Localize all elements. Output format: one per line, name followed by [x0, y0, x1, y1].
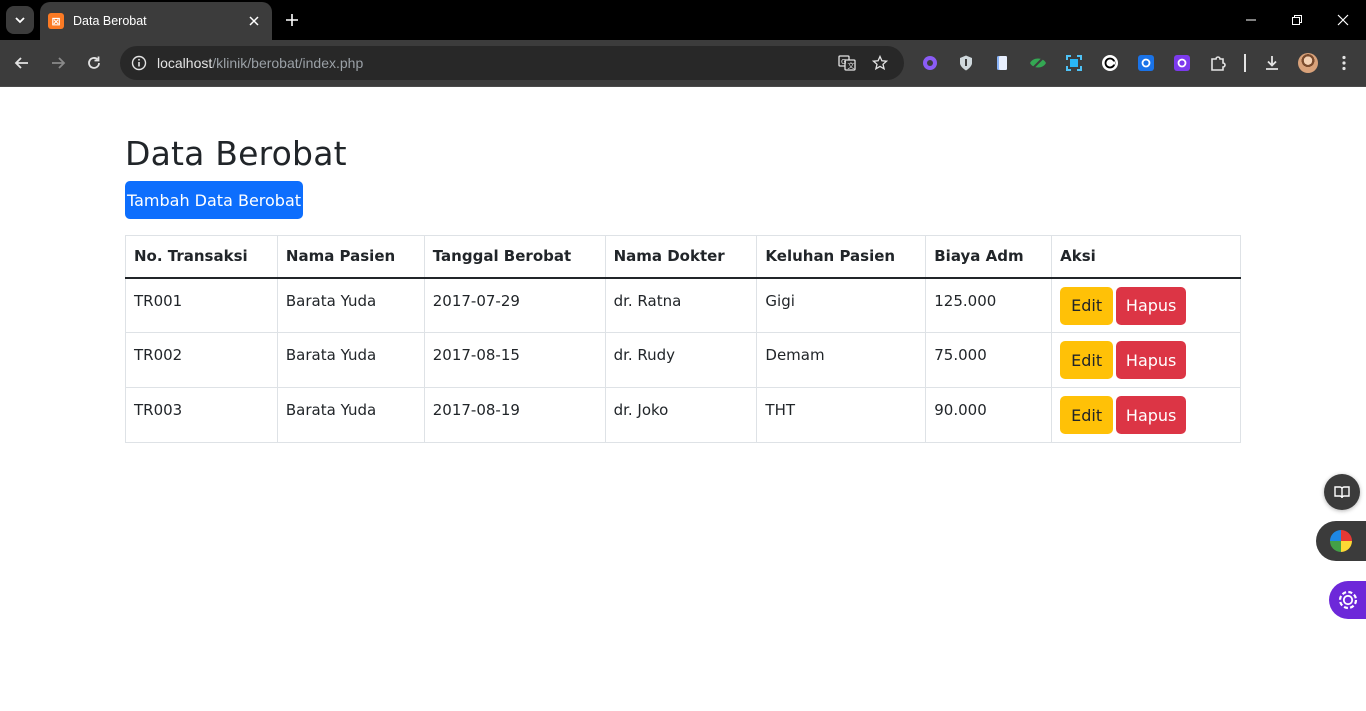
address-bar[interactable]: localhost/klinik/berobat/index.php G文 [120, 46, 904, 80]
extension-purple-square-icon[interactable] [1172, 53, 1192, 73]
browser-toolbar: localhost/klinik/berobat/index.php G文 [0, 40, 1366, 87]
url-path: /klinik/berobat/index.php [212, 55, 364, 71]
header-biaya-adm: Biaya Adm [925, 235, 1053, 279]
close-window-button[interactable] [1320, 0, 1366, 40]
extension-chatgpt-icon[interactable] [1100, 53, 1120, 73]
colorful-ball-icon [1330, 530, 1352, 552]
cell-biaya-adm: 125.000 [925, 277, 1053, 333]
cell-keluhan-pasien: Gigi [756, 277, 927, 333]
active-tab[interactable]: ⊠ Data Berobat [40, 2, 272, 40]
cell-aksi: Edit Hapus [1051, 332, 1241, 388]
cell-tanggal-berobat: 2017-08-19 [423, 387, 606, 443]
header-aksi: Aksi [1051, 235, 1241, 279]
floating-settings-button[interactable] [1329, 581, 1366, 619]
star-icon [872, 55, 888, 71]
header-nama-dokter: Nama Dokter [604, 235, 758, 279]
header-tanggal-berobat: Tanggal Berobat [423, 235, 606, 279]
site-info-button[interactable] [122, 46, 156, 80]
cell-no-transaksi: TR002 [125, 332, 278, 388]
cell-nama-pasien: Barata Yuda [276, 387, 425, 443]
cell-aksi: Edit Hapus [1051, 387, 1241, 443]
extension-eye-icon[interactable] [1028, 53, 1048, 73]
delete-button[interactable]: Hapus [1116, 286, 1187, 325]
cell-tanggal-berobat: 2017-08-15 [423, 332, 606, 388]
svg-text:文: 文 [848, 61, 855, 70]
toolbar-separator [1244, 54, 1246, 72]
reading-mode-button[interactable] [1324, 474, 1360, 510]
arrow-left-icon [14, 57, 28, 69]
close-icon [1337, 14, 1349, 26]
cell-no-transaksi: TR001 [125, 277, 278, 333]
plus-icon [286, 14, 298, 26]
table-header-row: No. Transaksi Nama Pasien Tanggal Beroba… [125, 235, 1241, 279]
cell-nama-dokter: dr. Joko [604, 387, 758, 443]
kebab-menu-icon[interactable] [1334, 53, 1354, 73]
header-no-transaksi: No. Transaksi [125, 235, 278, 279]
edit-button[interactable]: Edit [1060, 396, 1114, 434]
cell-tanggal-berobat: 2017-07-29 [423, 277, 606, 333]
floating-assistant-button[interactable] [1316, 521, 1366, 561]
bookmark-button[interactable] [868, 51, 892, 75]
cell-nama-pasien: Barata Yuda [276, 332, 425, 388]
minimize-icon [1246, 19, 1256, 21]
cell-aksi: Edit Hapus [1051, 277, 1241, 333]
close-icon [249, 16, 259, 26]
url-text: localhost/klinik/berobat/index.php [157, 55, 363, 71]
profile-avatar[interactable] [1298, 53, 1318, 73]
extension-shield-icon[interactable] [956, 53, 976, 73]
gear-icon [1338, 590, 1358, 610]
reload-button[interactable] [80, 49, 108, 77]
downloads-icon[interactable] [1262, 53, 1282, 73]
translate-button[interactable]: G文 [835, 51, 859, 75]
extension-blue-gear-icon[interactable] [1136, 53, 1156, 73]
delete-button[interactable]: Hapus [1116, 396, 1187, 434]
forward-button[interactable] [44, 49, 72, 77]
edit-button[interactable]: Edit [1060, 341, 1114, 379]
add-berobat-button[interactable]: Tambah Data Berobat [125, 181, 303, 219]
page-title: Data Berobat [125, 134, 347, 173]
cell-nama-dokter: dr. Rudy [604, 332, 758, 388]
restore-button[interactable] [1274, 0, 1320, 40]
cell-biaya-adm: 75.000 [925, 332, 1053, 388]
header-nama-pasien: Nama Pasien [276, 235, 425, 279]
arrow-right-icon [52, 57, 66, 69]
cell-nama-dokter: dr. Ratna [604, 277, 758, 333]
info-icon [131, 55, 147, 71]
extension-gear-purple-icon[interactable] [920, 53, 940, 73]
tab-close-button[interactable] [244, 11, 264, 31]
book-open-icon [1334, 486, 1350, 499]
xampp-favicon-icon: ⊠ [48, 13, 64, 29]
cell-biaya-adm: 90.000 [925, 387, 1053, 443]
cell-keluhan-pasien: Demam [756, 332, 927, 388]
extension-document-icon[interactable] [992, 53, 1012, 73]
minimize-button[interactable] [1228, 0, 1274, 40]
edit-button[interactable]: Edit [1060, 286, 1114, 325]
tab-title: Data Berobat [73, 14, 147, 28]
tab-search-button[interactable] [6, 6, 34, 34]
delete-button[interactable]: Hapus [1116, 341, 1187, 379]
url-host: localhost [157, 55, 213, 71]
new-tab-button[interactable] [280, 8, 304, 32]
header-keluhan-pasien: Keluhan Pasien [756, 235, 927, 279]
cell-no-transaksi: TR003 [125, 387, 278, 443]
cell-nama-pasien: Barata Yuda [276, 277, 425, 333]
chevron-down-icon [15, 17, 25, 24]
back-button[interactable] [8, 49, 36, 77]
svg-text:G: G [841, 58, 846, 66]
extension-screenshot-icon[interactable] [1064, 53, 1084, 73]
cell-keluhan-pasien: THT [756, 387, 927, 443]
table-row: TR001 Barata Yuda 2017-07-29 dr. Ratna G… [125, 277, 1241, 333]
reload-icon [88, 56, 100, 69]
table-row: TR003 Barata Yuda 2017-08-19 dr. Joko TH… [125, 387, 1241, 443]
translate-icon: G文 [838, 55, 856, 71]
berobat-table: No. Transaksi Nama Pasien Tanggal Beroba… [125, 235, 1241, 443]
table-row: TR002 Barata Yuda 2017-08-15 dr. Rudy De… [125, 332, 1241, 388]
restore-icon [1292, 15, 1302, 25]
extensions-puzzle-icon[interactable] [1208, 53, 1228, 73]
browser-tab-bar: ⊠ Data Berobat [0, 0, 1366, 40]
